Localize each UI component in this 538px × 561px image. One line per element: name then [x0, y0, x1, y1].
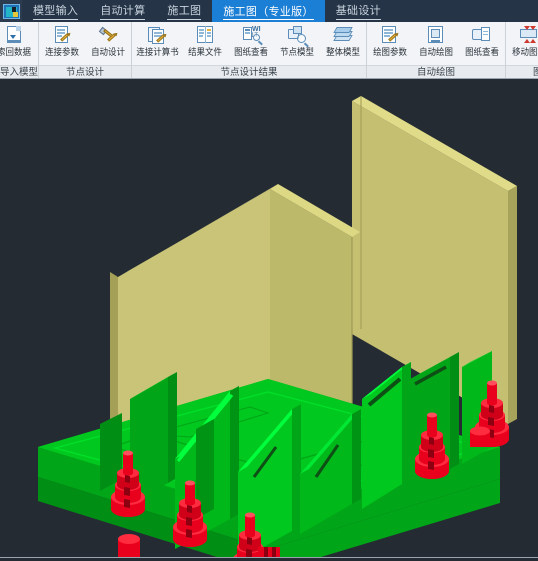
- ribbon-button-drawing-browse[interactable]: 图纸查看: [459, 23, 505, 57]
- ribbon-button-label: 移动图块: [512, 47, 538, 57]
- move-block-icon: [518, 25, 538, 46]
- ribbon-button-label: 自动绘图: [419, 47, 453, 57]
- ribbon-group-label: 节点设计: [39, 65, 132, 78]
- ribbon-button-label: 图纸查看: [465, 47, 499, 57]
- ribbon-group-label: 自动绘图: [367, 65, 506, 78]
- ribbon-button-move-block[interactable]: 移动图块: [506, 23, 538, 57]
- model-viewport-3d[interactable]: [0, 79, 538, 557]
- status-divider: [0, 557, 538, 561]
- tab-label: 施工图: [167, 2, 202, 20]
- whole-model-icon: [332, 25, 354, 46]
- ribbon-group-label: 导入模型: [0, 65, 39, 78]
- ribbon-group-joint-design: 连接参数 自动设计 节点设计: [39, 22, 133, 78]
- ribbon-button-label: 绘图参数: [373, 47, 407, 57]
- ribbon-button-label: 结果文件: [188, 47, 222, 57]
- application-window: 模型输入 自动计算 施工图 施工图（专业版） 基础设计 索回数据 导入模型 连接…: [0, 0, 538, 561]
- ribbon-button-auto-drawing[interactable]: 自动绘图: [413, 23, 459, 57]
- auto-drawing-icon: [425, 25, 447, 46]
- connection-parameters-icon: [51, 25, 73, 46]
- ribbon-button-label: 整体模型: [326, 47, 360, 57]
- ribbon-button-result-file[interactable]: 结果文件: [182, 23, 228, 57]
- ribbon-button-auto-design[interactable]: 自动设计: [85, 23, 131, 57]
- tab-label: 模型输入: [33, 2, 79, 20]
- ribbon-button-joint-model[interactable]: 节点模型: [274, 23, 320, 57]
- tab-auto-calculation[interactable]: 自动计算: [89, 0, 156, 22]
- calculation-report-icon: [146, 25, 168, 46]
- result-file-icon: [194, 25, 216, 46]
- ribbon-button-drawing-view[interactable]: WI 1T 图纸查看: [228, 23, 274, 57]
- steel-column-base-connection-3d-model: [0, 79, 538, 557]
- ribbon-toolbar: 索回数据 导入模型 连接参数 自动设计 节点设计 连接计算书 结果文件 WI 图…: [0, 22, 538, 79]
- ribbon-group-drawing-edit: 移动图块 移动标注 图纸编辑: [506, 22, 538, 78]
- ribbon-button-whole-model[interactable]: 整体模型: [320, 23, 366, 57]
- ribbon-button-label: 节点模型: [280, 47, 314, 57]
- drawing-browse-icon: [471, 25, 493, 46]
- drawing-view-icon: WI 1T: [240, 25, 262, 46]
- ribbon-button-label: 图纸查看: [234, 47, 268, 57]
- auto-design-icon: [97, 25, 119, 46]
- app-logo-icon[interactable]: [0, 0, 22, 22]
- ribbon-button-import-data[interactable]: 索回数据: [0, 23, 37, 57]
- tab-bar: 模型输入 自动计算 施工图 施工图（专业版） 基础设计: [0, 0, 538, 22]
- ribbon-group-label: 节点设计结果: [132, 65, 367, 78]
- import-data-icon: [3, 25, 25, 46]
- ribbon-button-connection-parameters[interactable]: 连接参数: [39, 23, 85, 57]
- ribbon-button-label: 连接参数: [45, 47, 79, 57]
- drawing-parameters-icon: [379, 25, 401, 46]
- ribbon-button-drawing-parameters[interactable]: 绘图参数: [367, 23, 413, 57]
- ribbon-group-label: 图纸编辑: [506, 65, 538, 78]
- tab-label: 基础设计: [335, 2, 381, 20]
- ribbon-button-label: 连接计算书: [135, 47, 179, 57]
- ribbon-group-import-model: 索回数据 导入模型: [0, 22, 40, 78]
- tab-label: 自动计算: [100, 2, 146, 20]
- ribbon-button-label: 自动设计: [91, 47, 125, 57]
- tab-label: 施工图（专业版）: [223, 3, 314, 20]
- ribbon-group-joint-design-results: 连接计算书 结果文件 WI 图纸查看 节点模型 整体模型 节点设计结果: [132, 22, 368, 78]
- joint-model-icon: [286, 25, 308, 46]
- tab-construction-drawing-professional[interactable]: 施工图（专业版）: [212, 0, 325, 22]
- ribbon-group-auto-drawing: 绘图参数 自动绘图 图纸查看 自动绘图: [367, 22, 507, 78]
- ribbon-button-connection-calculation-report[interactable]: 连接计算书: [132, 23, 182, 57]
- tab-model-input[interactable]: 模型输入: [22, 0, 89, 22]
- ribbon-button-label: 索回数据: [0, 47, 31, 57]
- tab-foundation-design[interactable]: 基础设计: [325, 0, 392, 22]
- tab-construction-drawing[interactable]: 施工图: [156, 0, 212, 22]
